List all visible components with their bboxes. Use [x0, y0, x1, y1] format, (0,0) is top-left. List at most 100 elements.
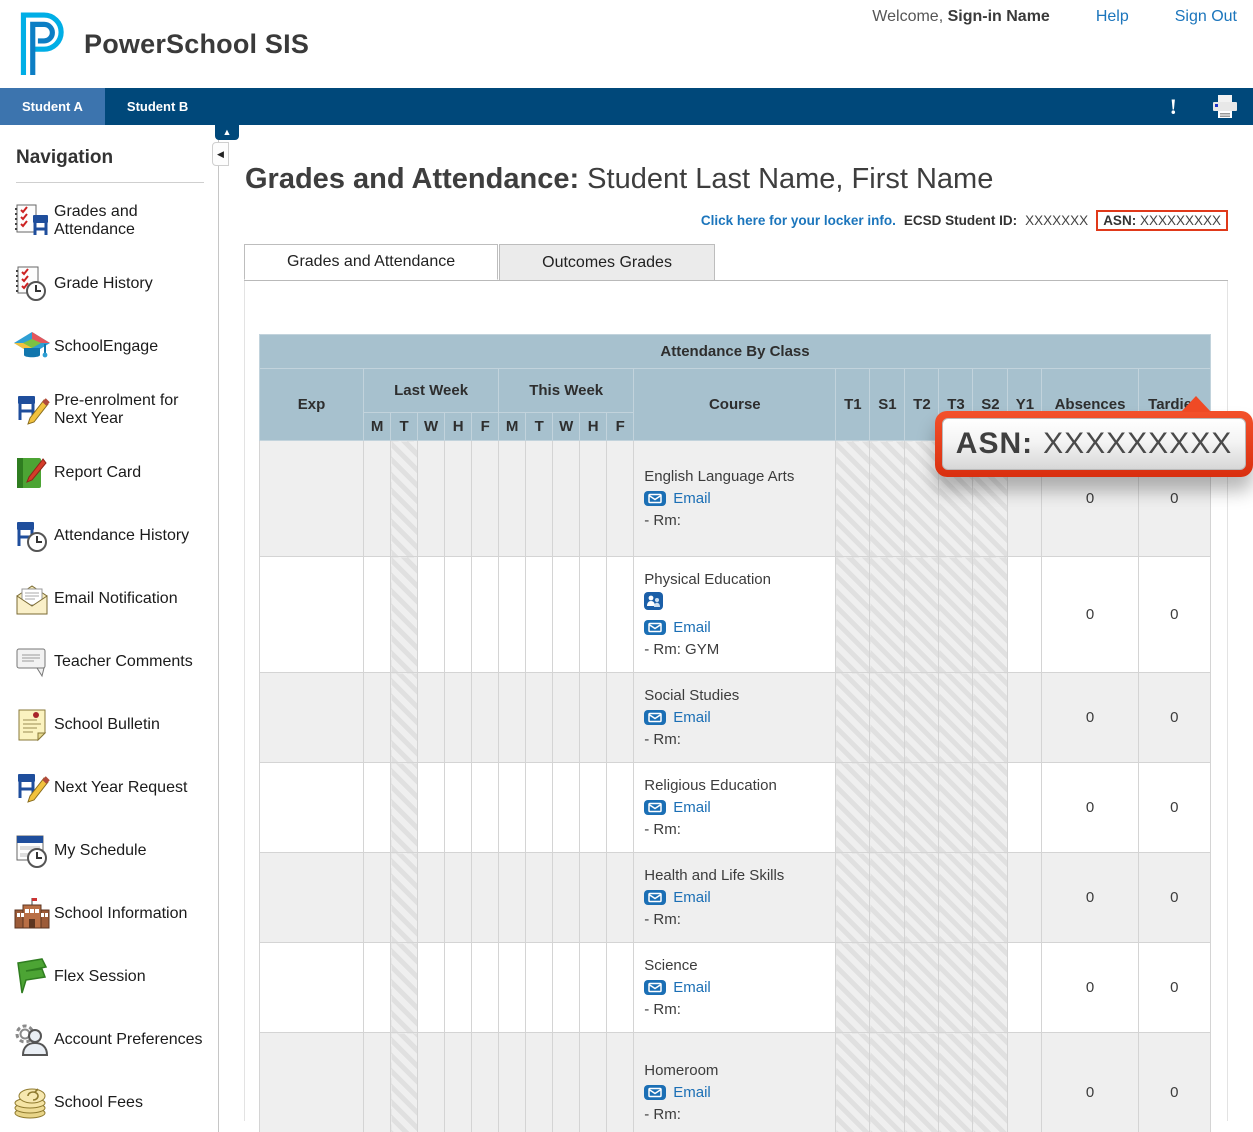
day-cell — [445, 673, 472, 763]
sidebar-item-school-fees[interactable]: School Fees — [0, 1071, 218, 1132]
day-cell — [526, 763, 553, 853]
callout-arrow-icon — [1181, 396, 1211, 412]
sidebar-item-grade-history[interactable]: Grade History — [0, 252, 218, 315]
asn-chip-value: XXXXXXXXX — [1140, 213, 1221, 228]
sidebar-item-teacher-comments[interactable]: Teacher Comments — [0, 630, 218, 693]
sidebar-item-label: Attendance History — [54, 527, 189, 545]
day-header: H — [445, 413, 472, 441]
term-cell — [905, 441, 939, 557]
sidebar-title: Navigation — [16, 147, 204, 183]
day-header: F — [472, 413, 499, 441]
day-cell — [553, 943, 580, 1033]
sidebar-item-attendance-history[interactable]: Attendance History — [0, 504, 218, 567]
sidebar-item-school-information[interactable]: School Information — [0, 882, 218, 945]
sidebar-item-next-year-request[interactable]: Next Year Request — [0, 756, 218, 819]
signout-link[interactable]: Sign Out — [1175, 8, 1237, 26]
email-icon — [644, 800, 666, 815]
printer-icon[interactable] — [1211, 95, 1239, 119]
sidebar-item-report-card[interactable]: Report Card — [0, 441, 218, 504]
email-teacher-link[interactable]: Email — [673, 709, 711, 726]
sidebar-item-label: School Fees — [54, 1094, 143, 1112]
term-cell — [973, 853, 1008, 943]
pre-enrolment-icon — [10, 392, 54, 428]
sidebar-item-grades-and-attendance[interactable]: Grades and Attendance — [0, 189, 218, 252]
email-teacher-link[interactable]: Email — [673, 979, 711, 996]
email-teacher-link[interactable]: Email — [673, 889, 711, 906]
day-cell — [364, 853, 391, 943]
day-cell — [472, 763, 499, 853]
day-header: W — [418, 413, 445, 441]
student-id-value: XXXXXXX — [1025, 213, 1088, 228]
day-cell — [526, 853, 553, 943]
term-cell — [973, 943, 1008, 1033]
day-cell — [364, 557, 391, 673]
student-tab-a[interactable]: Student A — [0, 88, 105, 125]
main-content: Grades and Attendance: Student Last Name… — [220, 125, 1253, 1132]
term-cell — [836, 853, 870, 943]
collapse-up-icon[interactable]: ▲ — [215, 125, 239, 140]
day-cell — [607, 943, 634, 1033]
term-cell — [939, 853, 973, 943]
sidebar-item-label: Account Preferences — [54, 1031, 203, 1049]
sidebar-item-account-preferences[interactable]: Account Preferences — [0, 1008, 218, 1071]
day-cell — [607, 673, 634, 763]
help-link[interactable]: Help — [1096, 8, 1129, 26]
day-cell — [553, 1033, 580, 1132]
day-cell — [445, 853, 472, 943]
day-cell — [418, 853, 445, 943]
day-cell — [445, 1033, 472, 1132]
email-teacher-link[interactable]: Email — [673, 1084, 711, 1101]
col-header-last-week: Last Week — [364, 369, 499, 413]
exp-cell — [260, 1033, 364, 1132]
day-cell — [607, 441, 634, 557]
sidebar-item-label: School Bulletin — [54, 716, 160, 734]
exp-cell — [260, 673, 364, 763]
alert-icon[interactable]: ! — [1170, 96, 1177, 118]
sidebar-item-pre-enrolment[interactable]: Pre-enrolment for Next Year — [0, 378, 218, 441]
student-info-line: Click here for your locker info. ECSD St… — [220, 210, 1228, 231]
day-cell — [364, 441, 391, 557]
tab-outcomes-grades[interactable]: Outcomes Grades — [499, 244, 715, 280]
sidebar-item-my-schedule[interactable]: My Schedule — [0, 819, 218, 882]
sidebar-item-schoolengage[interactable]: SchoolEngage — [0, 315, 218, 378]
day-header: T — [391, 413, 418, 441]
collapse-left-icon[interactable]: ◀ — [212, 142, 229, 166]
email-teacher-link[interactable]: Email — [673, 490, 711, 507]
asn-callout-label: ASN: — [956, 427, 1033, 461]
sidebar-item-label: SchoolEngage — [54, 338, 158, 356]
sidebar-item-school-bulletin[interactable]: School Bulletin — [0, 693, 218, 756]
day-cell — [472, 673, 499, 763]
sidebar-item-label: Flex Session — [54, 968, 146, 986]
col-header-course: Course — [634, 369, 836, 441]
day-cell — [445, 441, 472, 557]
day-cell — [580, 763, 607, 853]
asn-chip-label: ASN: — [1103, 213, 1136, 228]
tardies-value: 0 — [1138, 557, 1210, 673]
email-teacher-link[interactable]: Email — [673, 799, 711, 816]
term-cell — [905, 853, 939, 943]
exp-cell — [260, 557, 364, 673]
sidebar-item-flex-session[interactable]: Flex Session — [0, 945, 218, 1008]
day-cell — [499, 943, 526, 1033]
next-year-request-icon — [10, 770, 54, 806]
day-cell — [499, 1033, 526, 1132]
tardies-value: 0 — [1138, 943, 1210, 1033]
day-cell — [445, 557, 472, 673]
room-label: - Rm: — [644, 512, 827, 529]
sidebar-item-email-notification[interactable]: Email Notification — [0, 567, 218, 630]
email-icon — [644, 1085, 666, 1100]
powerschool-page: PowerSchool SIS Welcome, Sign-in Name He… — [0, 0, 1253, 1132]
sidebar-nav-list: Grades and Attendance Grade History — [0, 183, 218, 1132]
page-title: Grades and Attendance: Student Last Name… — [245, 163, 1253, 196]
asn-callout-value: XXXXXXXXX — [1043, 427, 1232, 461]
room-label: - Rm: — [644, 1001, 827, 1018]
student-tab-b[interactable]: Student B — [105, 88, 210, 125]
tab-grades-and-attendance[interactable]: Grades and Attendance — [244, 244, 498, 280]
email-teacher-link[interactable]: Email — [673, 619, 711, 636]
day-cell — [580, 943, 607, 1033]
term-cell — [939, 943, 973, 1033]
day-cell — [472, 943, 499, 1033]
locker-info-link[interactable]: Click here for your locker info. — [701, 213, 896, 228]
table-row: Health and Life SkillsEmail- Rm:00 — [260, 853, 1211, 943]
course-cell: Physical EducationEmail- Rm: GYM — [634, 557, 836, 673]
